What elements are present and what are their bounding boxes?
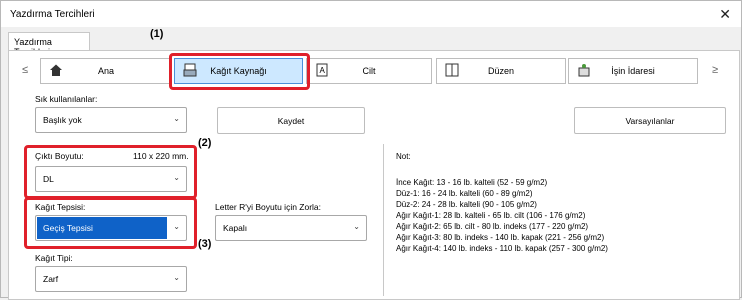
force-letter-select[interactable]: Kapalı ⌄ bbox=[215, 215, 367, 241]
defaults-button-label: Varsayılanlar bbox=[625, 116, 675, 126]
force-letter-label: Letter R'yi Boyutu için Zorla: bbox=[215, 202, 322, 212]
paper-type-select[interactable]: Zarf ⌄ bbox=[35, 266, 187, 292]
output-size-dims: 110 x 220 mm. bbox=[133, 151, 189, 161]
paper-tray-value: Geçiş Tepsisi bbox=[43, 223, 93, 233]
scroll-left-button[interactable]: ≤ bbox=[15, 58, 35, 82]
paper-tray-select[interactable]: Geçiş Tepsisi ⌄ bbox=[35, 215, 187, 241]
tab-job-handling[interactable]: İşin İdaresi bbox=[568, 58, 698, 84]
note-line: Düz-1: 16 - 24 lb. kalteli (60 - 89 g/m2… bbox=[396, 189, 533, 198]
window-title: Yazdırma Tercihleri bbox=[10, 9, 95, 20]
note-title: Not: bbox=[396, 152, 411, 161]
favorites-value: Başlık yok bbox=[43, 115, 82, 125]
callout-3: (3) bbox=[198, 238, 212, 250]
note-line: Ağır Kağıt-4: 140 lb. indeks - 110 lb. k… bbox=[396, 244, 608, 253]
note-line: Ağır Kağıt-3: 80 lb. indeks - 140 lb. ka… bbox=[396, 233, 605, 242]
close-icon[interactable]: ✕ bbox=[719, 6, 731, 23]
divider bbox=[383, 144, 384, 296]
chevron-down-icon: ⌄ bbox=[173, 273, 180, 282]
defaults-button[interactable]: Varsayılanlar bbox=[574, 107, 726, 134]
output-size-select[interactable]: DL ⌄ bbox=[35, 166, 187, 192]
favorites-label: Sık kullanılanlar: bbox=[35, 94, 98, 104]
chevron-down-icon: ⌄ bbox=[353, 222, 360, 231]
tab-layout[interactable]: Düzen bbox=[436, 58, 566, 84]
save-button-label: Kaydet bbox=[277, 116, 305, 126]
tab-binding-label: Cilt bbox=[362, 66, 376, 76]
tab-layout-label: Düzen bbox=[487, 66, 514, 76]
output-size-label: Çıktı Boyutu: bbox=[35, 151, 84, 161]
chevron-down-icon: ⌄ bbox=[173, 222, 180, 231]
note-line: Ağır Kağıt-2: 65 lb. cilt - 80 lb. indek… bbox=[396, 222, 589, 231]
output-size-value: DL bbox=[43, 174, 54, 184]
chevron-down-icon: ⌄ bbox=[173, 173, 180, 182]
tab-main[interactable]: Ana bbox=[40, 58, 172, 84]
tab-printing-preferences[interactable]: Yazdırma Tercihleri bbox=[8, 32, 90, 57]
note-line: İnce Kağıt: 13 - 16 lb. kalteli (52 - 59… bbox=[396, 178, 548, 187]
paper-type-value: Zarf bbox=[43, 274, 59, 284]
favorites-select[interactable]: Başlık yok ⌄ bbox=[35, 107, 187, 133]
callout-2: (2) bbox=[198, 137, 212, 149]
chevron-down-icon: ⌄ bbox=[173, 114, 180, 123]
callout-1: (1) bbox=[150, 28, 164, 40]
highlight-paper-source bbox=[169, 53, 310, 90]
force-letter-value: Kapalı bbox=[223, 223, 248, 233]
note-line: Düz-2: 24 - 28 lb. kalteli (90 - 105 g/m… bbox=[396, 200, 537, 209]
tab-job-handling-label: İşin İdaresi bbox=[611, 66, 655, 76]
paper-type-label: Kağıt Tipi: bbox=[35, 253, 73, 263]
title-bar: Yazdırma Tercihleri ✕ bbox=[1, 1, 741, 27]
paper-tray-label: Kağıt Tepsisi: bbox=[35, 202, 86, 212]
save-button[interactable]: Kaydet bbox=[217, 107, 365, 134]
tab-main-label: Ana bbox=[97, 66, 114, 76]
tab-binding[interactable]: A Cilt bbox=[306, 58, 432, 84]
scroll-right-button[interactable]: ≥ bbox=[705, 58, 725, 82]
note-line: Ağır Kağıt-1: 28 lb. kalteli - 65 lb. ci… bbox=[396, 211, 586, 220]
